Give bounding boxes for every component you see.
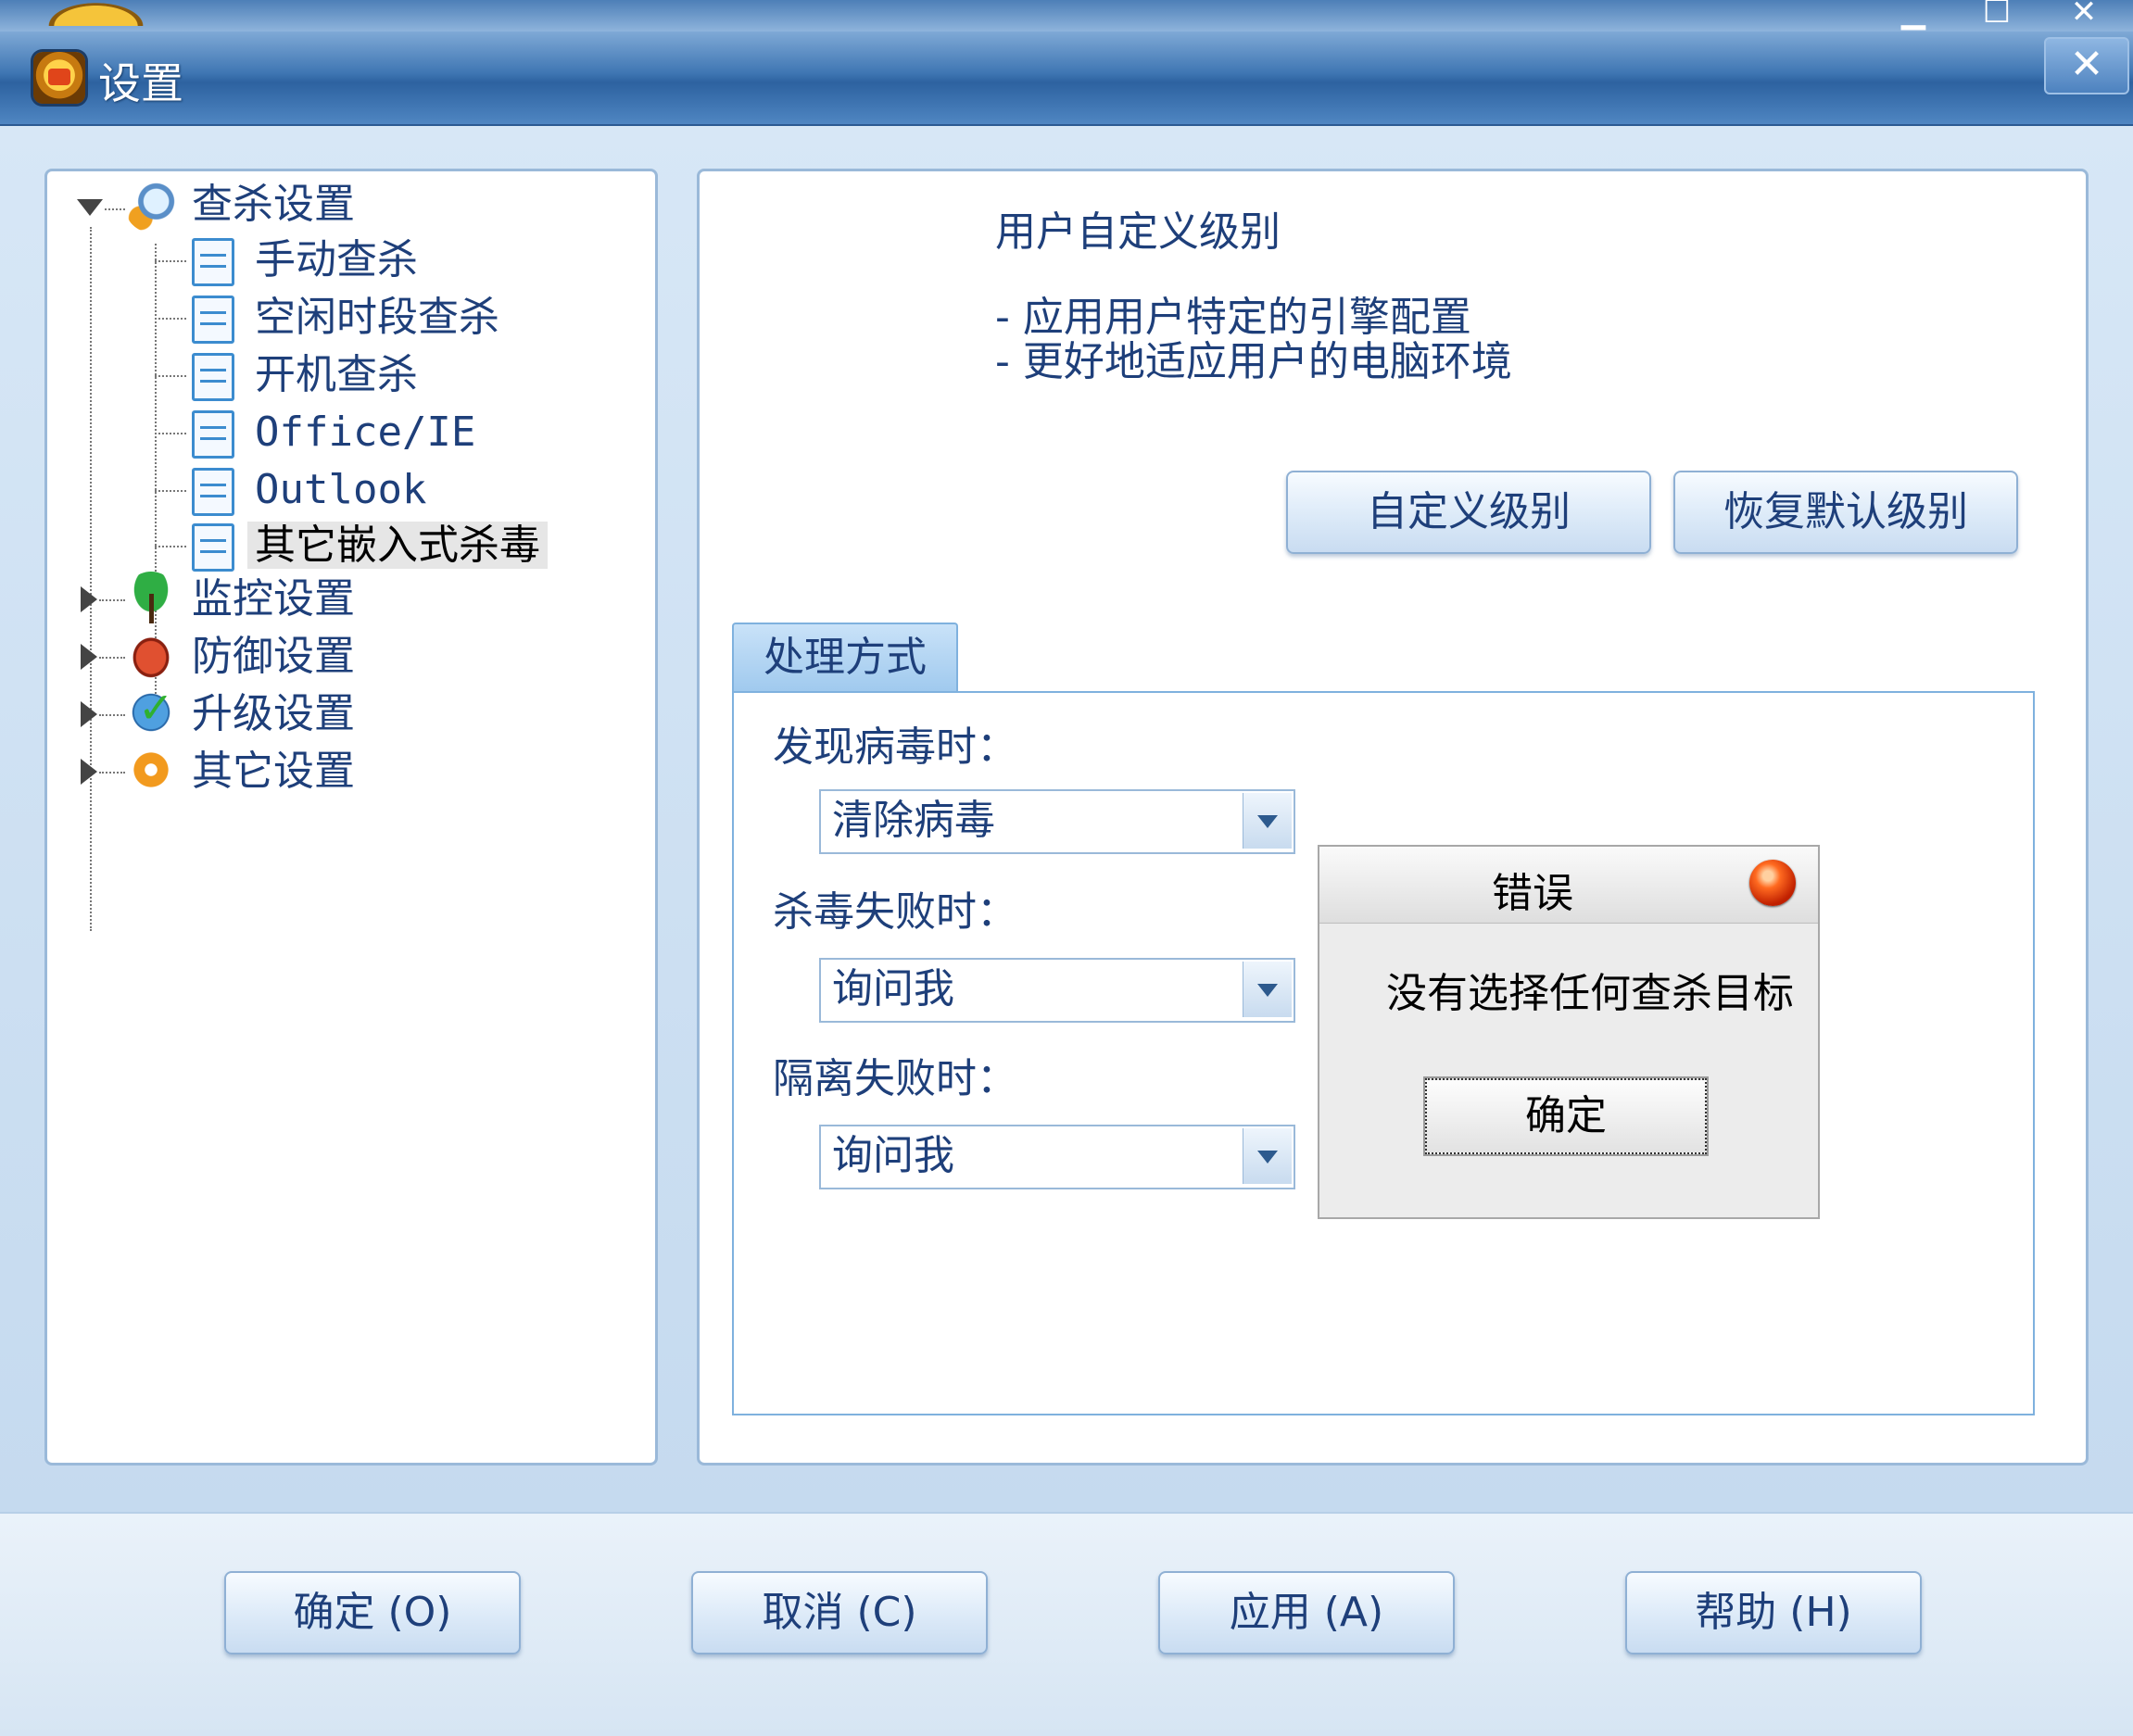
tiger-shield-icon — [33, 52, 85, 104]
virus-found-label: 发现病毒时： — [773, 723, 1017, 771]
page-icon — [192, 410, 234, 459]
page-icon — [192, 353, 234, 401]
tree-expand-toggle[interactable] — [81, 701, 97, 727]
tree-connector-line — [155, 260, 186, 262]
level-description-2: - 更好地适应用户的电脑环境 — [995, 338, 1512, 385]
scan-settings-icon — [125, 181, 177, 233]
tree-expand-toggle[interactable] — [81, 586, 97, 612]
custom-level-button[interactable]: 自定义级别 — [1286, 471, 1651, 554]
error-message: 没有选择任何查杀目标 — [1386, 970, 1794, 1017]
parent-close-button[interactable]: ✕ — [2051, 0, 2116, 30]
tree-connector-line — [99, 657, 125, 659]
tree-connector-line — [155, 375, 186, 377]
tree-item-outlook[interactable]: Outlook — [255, 464, 426, 516]
tree-connector-line — [155, 490, 186, 492]
disinfect-failed-select[interactable]: 询问我 — [819, 958, 1295, 1023]
gear-icon — [125, 744, 177, 796]
error-ok-button[interactable]: 确定 — [1425, 1078, 1707, 1154]
error-dialog-title: 错误 — [1492, 870, 1573, 917]
quarantine-failed-label: 隔离失败时： — [773, 1055, 1017, 1102]
tree-connector-line — [105, 208, 125, 210]
page-icon — [192, 296, 234, 344]
chevron-down-icon[interactable] — [1243, 1128, 1292, 1184]
disinfect-failed-value: 询问我 — [832, 965, 954, 1013]
chevron-down-icon[interactable] — [1243, 962, 1292, 1017]
tree-connector-line — [155, 546, 186, 547]
quarantine-failed-value: 询问我 — [832, 1132, 954, 1179]
parent-window-titlebar: ▁ ☐ ✕ — [0, 0, 2133, 31]
tree-group-upgrade-settings[interactable]: 升级设置 — [192, 688, 355, 740]
glove-icon — [125, 629, 177, 681]
tree-group-monitor-settings[interactable]: 监控设置 — [192, 573, 355, 625]
maximize-button[interactable]: ☐ — [1964, 0, 2029, 30]
ok-button[interactable]: 确定 (O) — [224, 1571, 521, 1654]
page-icon — [192, 468, 234, 516]
dialog-title: 设置 — [98, 58, 183, 108]
tree-group-defense-settings[interactable]: 防御设置 — [192, 631, 355, 683]
tree-connector-line — [99, 714, 125, 716]
tree-expand-toggle[interactable] — [81, 644, 97, 670]
tree-item-manual-scan[interactable]: 手动查杀 — [255, 234, 418, 286]
tree-item-boot-scan[interactable]: 开机查杀 — [255, 349, 418, 401]
dialog-titlebar: 设置 ✕ — [0, 31, 2133, 126]
close-button[interactable]: ✕ — [2044, 37, 2129, 94]
tree-connector-line — [90, 227, 92, 931]
globe-check-icon — [125, 683, 177, 738]
tree-connector-line — [155, 433, 186, 434]
minimize-button[interactable]: ▁ — [1881, 0, 1946, 30]
error-dialog: 错误 没有选择任何查杀目标 确定 — [1318, 845, 1820, 1219]
tree-expand-toggle[interactable] — [81, 759, 97, 785]
umbrella-icon — [125, 572, 177, 623]
page-icon — [192, 238, 234, 286]
tree-collapse-toggle[interactable] — [77, 199, 103, 216]
cancel-button[interactable]: 取消 (C) — [691, 1571, 988, 1654]
tree-group-other-settings[interactable]: 其它设置 — [192, 746, 355, 798]
quarantine-failed-select[interactable]: 询问我 — [819, 1125, 1295, 1189]
tree-connector-line — [99, 599, 125, 601]
chevron-down-icon[interactable] — [1243, 793, 1292, 849]
tree-group-scan-settings[interactable]: 查杀设置 — [192, 179, 355, 231]
tab-handling-method[interactable]: 处理方式 — [732, 623, 958, 693]
disinfect-failed-label: 杀毒失败时： — [773, 888, 1017, 936]
page-icon — [192, 523, 234, 572]
level-title: 用户自定义级别 — [995, 208, 1281, 256]
virus-found-value: 清除病毒 — [832, 797, 995, 844]
error-close-icon[interactable] — [1749, 860, 1796, 906]
tree-item-idle-scan[interactable]: 空闲时段查杀 — [255, 292, 499, 344]
virus-found-select[interactable]: 清除病毒 — [819, 789, 1295, 854]
tree-item-office-ie[interactable]: Office/IE — [255, 407, 475, 459]
restore-default-level-button[interactable]: 恢复默认级别 — [1673, 471, 2018, 554]
apply-button[interactable]: 应用 (A) — [1158, 1571, 1455, 1654]
tree-connector-line — [155, 318, 186, 320]
dialog-footer: 确定 (O) 取消 (C) 应用 (A) 帮助 (H) — [0, 1512, 2133, 1736]
settings-tree-panel: 查杀设置 手动查杀 空闲时段查杀 开机查杀 Office/IE Outlook … — [44, 169, 658, 1466]
tree-connector-line — [99, 772, 125, 774]
parent-app-logo — [43, 0, 149, 26]
error-dialog-titlebar: 错误 — [1319, 847, 1818, 924]
tree-item-embedded-antivirus[interactable]: 其它嵌入式杀毒 — [247, 520, 548, 572]
help-button[interactable]: 帮助 (H) — [1625, 1571, 1922, 1654]
